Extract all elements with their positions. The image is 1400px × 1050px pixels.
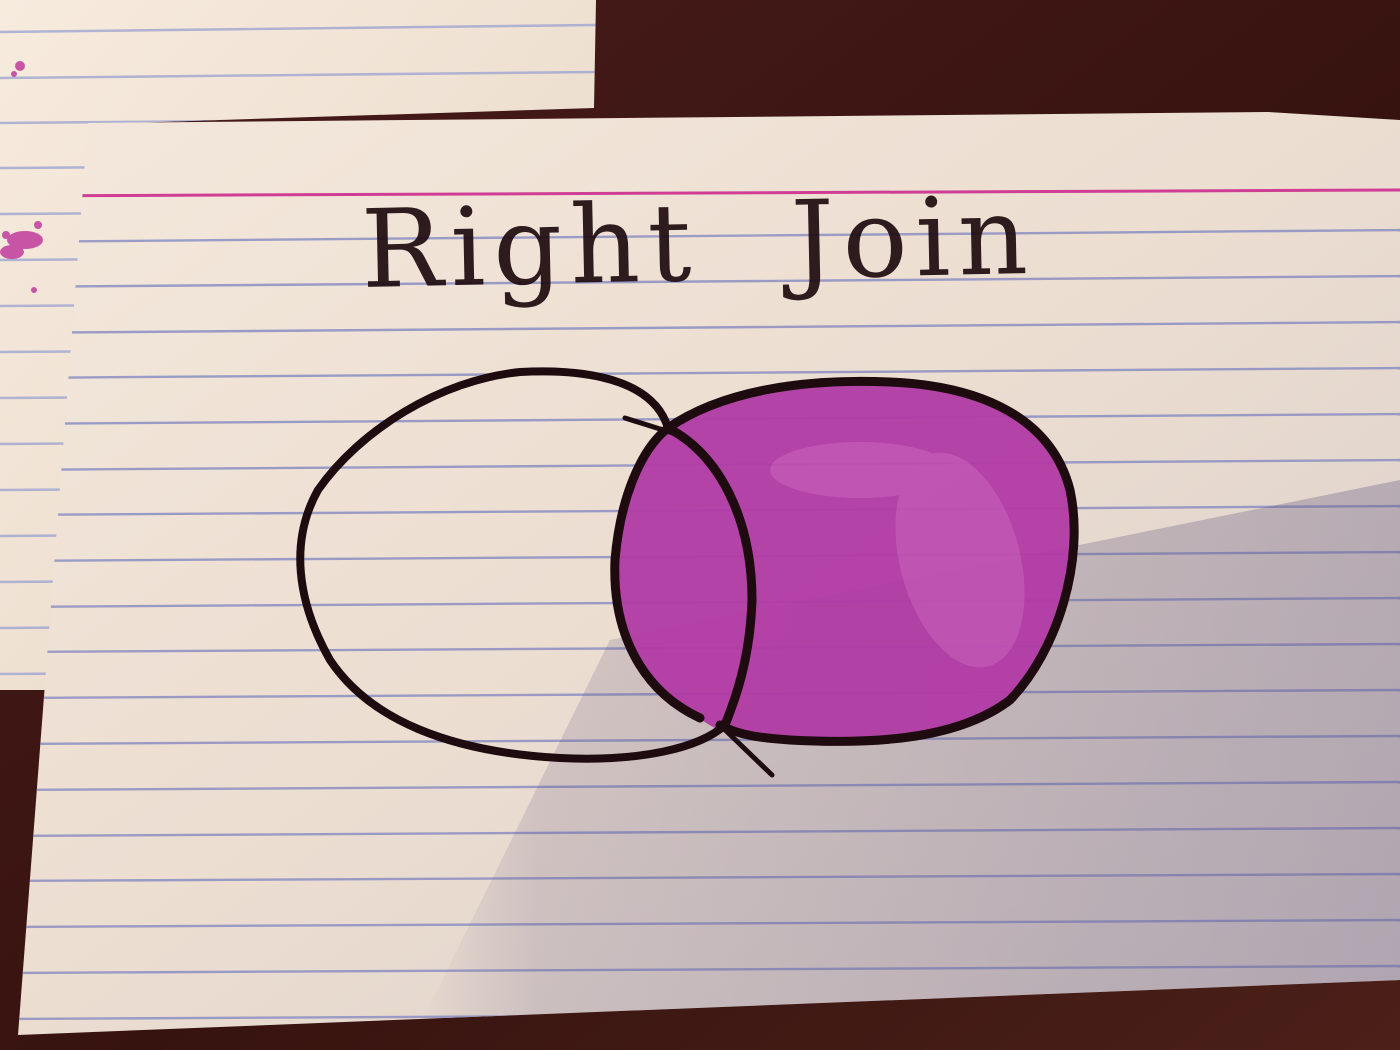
- photo-scene: Right Join: [0, 0, 1400, 1050]
- photo-background: [0, 0, 1400, 1050]
- title-word-join: Join: [789, 173, 1037, 304]
- handwritten-title: Right Join: [360, 174, 1037, 338]
- title-word-right: Right: [360, 180, 701, 313]
